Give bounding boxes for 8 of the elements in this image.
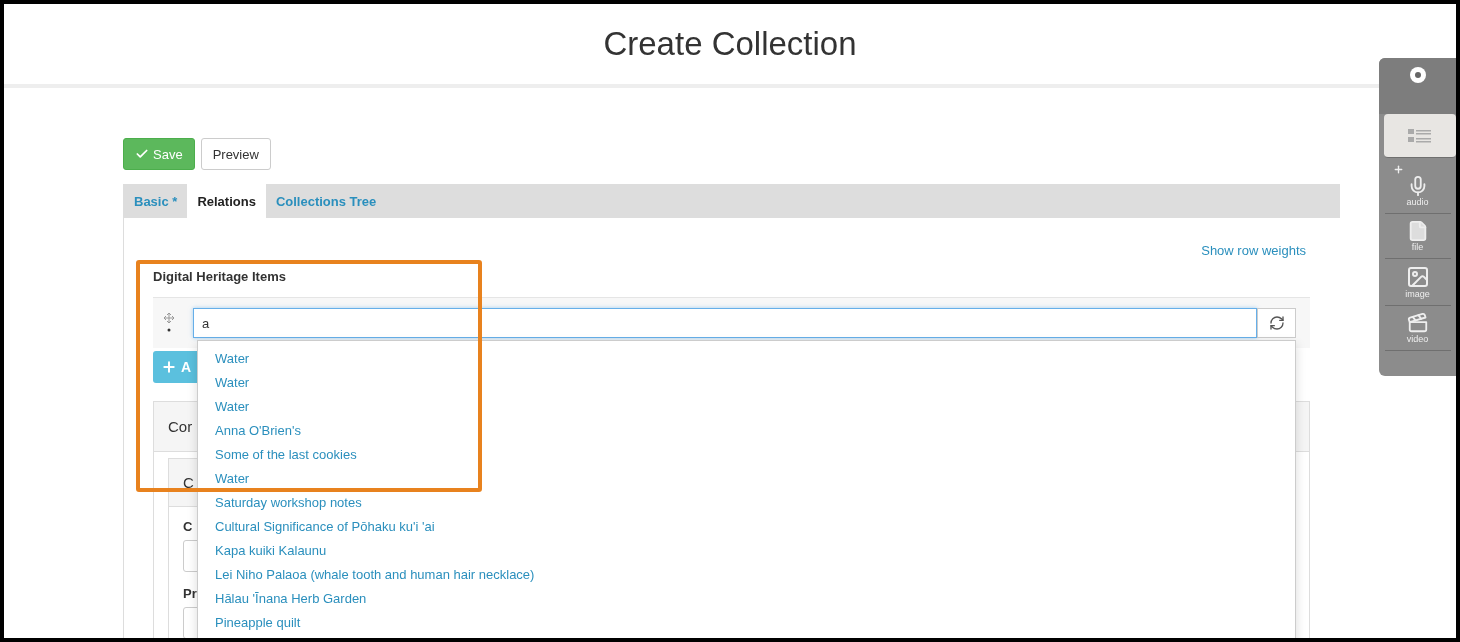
- toolbar-label: image: [1405, 289, 1430, 299]
- page-title: Create Collection: [603, 25, 857, 63]
- section-title: Digital Heritage Items: [153, 269, 287, 285]
- field-label: Pr: [183, 586, 197, 601]
- field-label: C: [183, 519, 193, 534]
- toolbar-label: video: [1406, 334, 1429, 344]
- toolbar-label: audio: [1406, 197, 1429, 207]
- toolbar-label: file: [1411, 242, 1424, 252]
